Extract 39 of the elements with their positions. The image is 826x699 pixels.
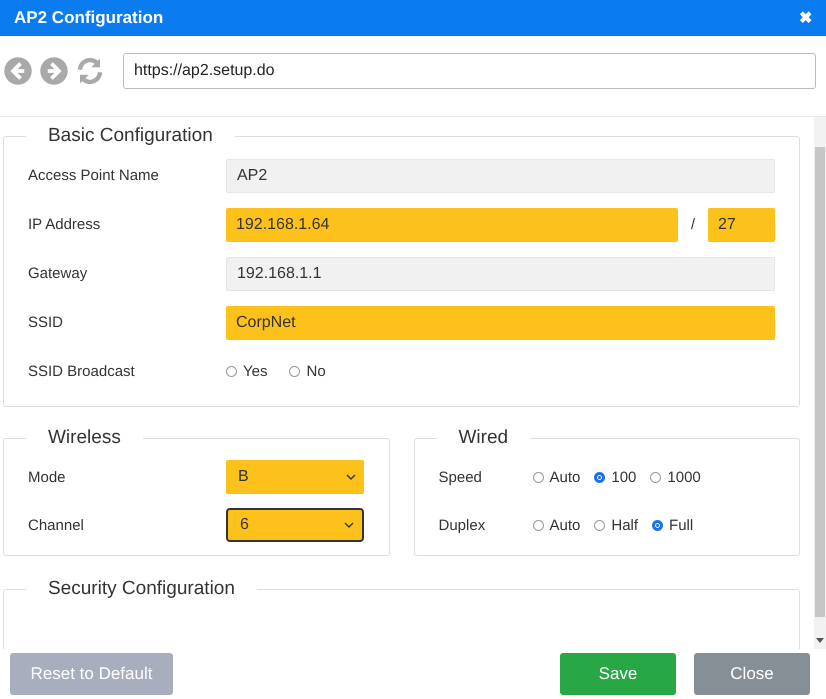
section-title: Basic Configuration <box>47 125 214 147</box>
input-field[interactable]: 27 <box>708 208 775 242</box>
input-field[interactable]: CorpNet <box>226 306 775 340</box>
scroll-down-icon[interactable] <box>816 638 824 643</box>
section-title: Wireless <box>47 427 122 449</box>
address-field[interactable]: https://ap2.setup.do <box>123 53 816 89</box>
field-label: IP Address <box>28 216 102 233</box>
field-label: SSID Broadcast <box>28 363 136 380</box>
radio-option[interactable]: 100 <box>594 468 636 486</box>
field-label: Channel <box>28 516 85 534</box>
field-label: Gateway <box>28 265 88 282</box>
radio-option[interactable]: Auto <box>532 516 580 534</box>
forward-icon[interactable] <box>39 56 69 86</box>
radio-option[interactable]: No <box>289 363 326 380</box>
chevron-down-icon <box>346 474 356 480</box>
field-label: Speed <box>438 468 483 486</box>
radio-option[interactable]: Auto <box>532 468 580 486</box>
input-field[interactable]: 192.168.1.64 <box>226 208 678 242</box>
section-title: Wired <box>458 427 510 449</box>
input-field[interactable]: AP2 <box>226 158 775 192</box>
radio-option[interactable]: Yes <box>226 363 268 380</box>
field-label: Mode <box>28 468 67 486</box>
scrollbar[interactable] <box>814 117 826 649</box>
close-button[interactable]: ✖ <box>799 8 812 28</box>
radio-option[interactable]: Full <box>652 516 694 534</box>
field-label: SSID <box>28 314 64 331</box>
chevron-down-icon <box>344 522 354 528</box>
field-label: Duplex <box>438 516 486 534</box>
field-label: Access Point Name <box>28 167 160 184</box>
input-field[interactable]: 192.168.1.1 <box>226 256 775 290</box>
section-title: Security Configuration <box>47 578 236 600</box>
radio-option[interactable]: Half <box>594 516 638 534</box>
window-title: AP2 Configuration <box>14 8 164 28</box>
slash-separator: / <box>690 216 696 233</box>
radio-option[interactable]: 1000 <box>650 468 701 486</box>
back-icon[interactable] <box>3 56 33 86</box>
dropdown[interactable]: B <box>226 460 364 494</box>
dropdown[interactable]: 6 <box>226 508 364 542</box>
refresh-icon[interactable] <box>75 56 105 86</box>
